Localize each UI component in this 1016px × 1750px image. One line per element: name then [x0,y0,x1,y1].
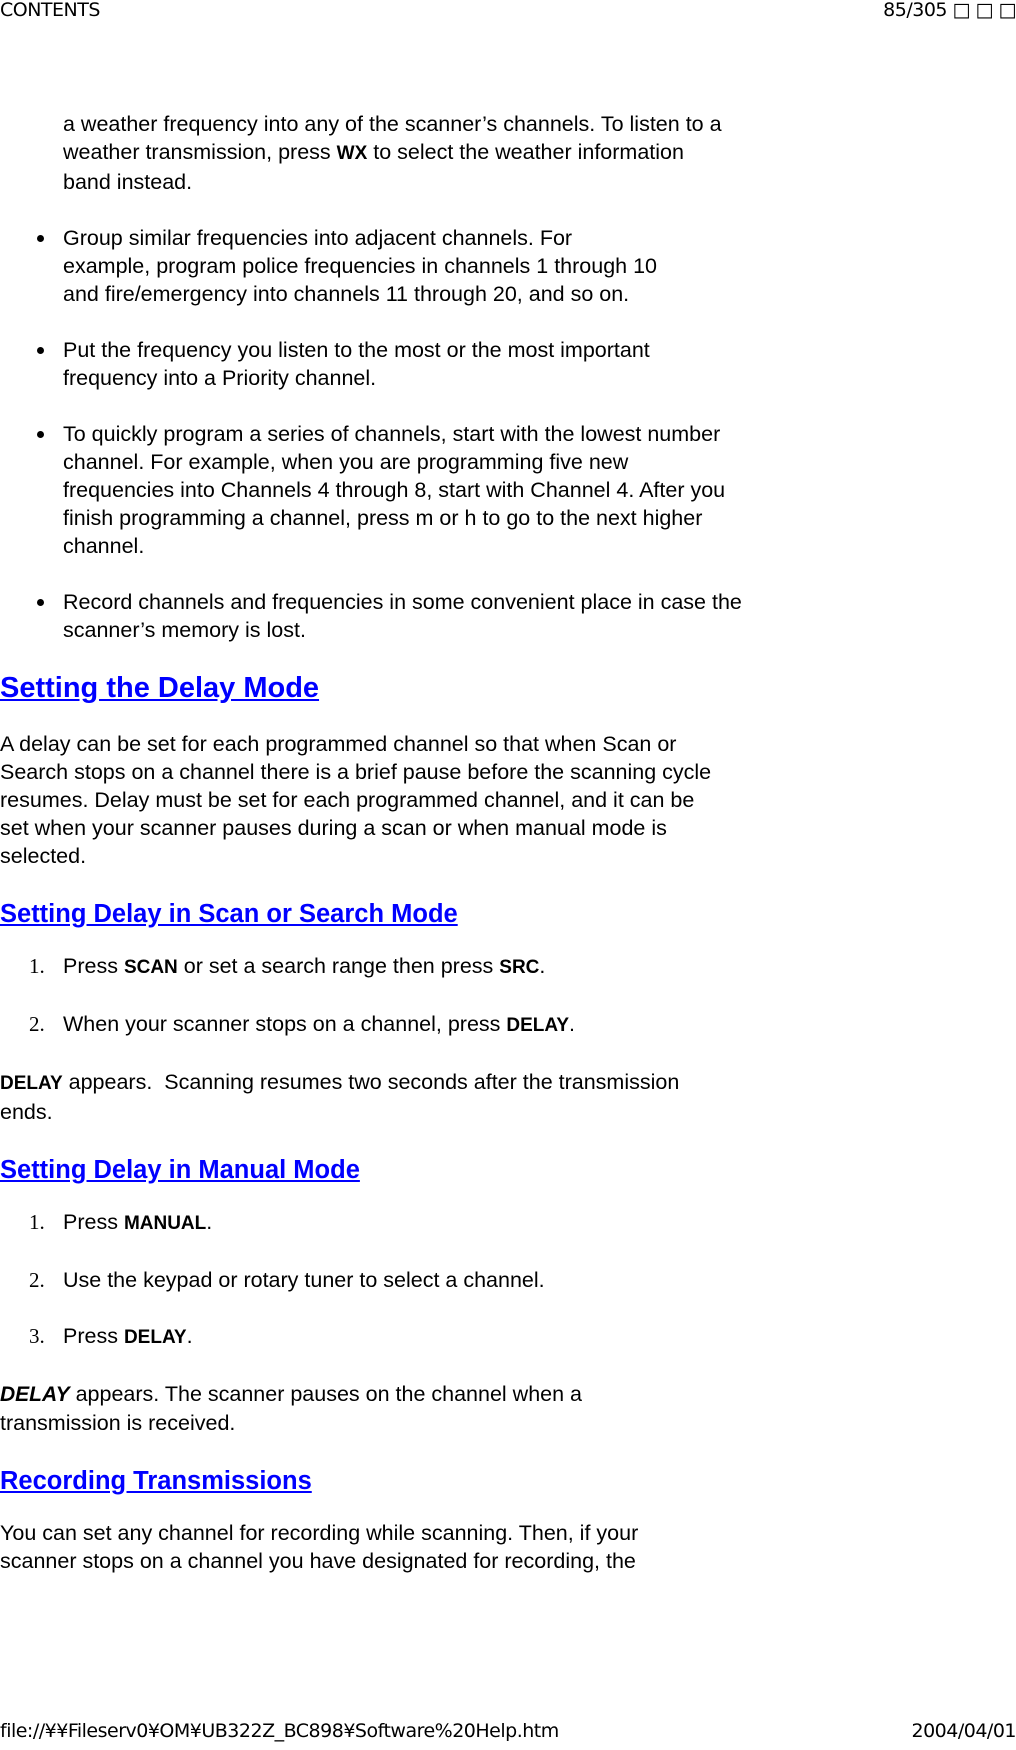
heading-setting-delay-mode: Setting the Delay Mode [0,670,760,706]
document-body: a weather frequency into any of the scan… [0,110,760,1575]
bullet-icon [37,599,44,606]
list-item: 3. Press DELAY. [29,1324,193,1348]
recording-paragraph: You can set any channel for recording wh… [0,1521,639,1573]
list-item: 1. Press MANUAL. [29,1210,213,1234]
heading-scan-search-mode: Setting Delay in Scan or Search Mode [0,898,760,930]
list-item: 1. Press SCAN or set a search range then … [29,954,546,978]
key-wx: WX [336,143,368,164]
header-contents: CONTENTS [0,0,100,21]
list-item: 2. When your scanner stops on a channel, … [29,1012,576,1036]
list-item: Group similar frequencies into adjacent … [0,224,663,308]
list-item: Record channels and frequencies in some … [0,588,763,644]
key-scan: SCAN [123,957,178,978]
key-delay: DELAY [123,1327,187,1348]
list-item: Put the frequency you listen to the most… [0,336,748,392]
heading-link-delay-mode[interactable]: Setting the Delay Mode [0,672,319,704]
key-delay-italic: DELAY [0,1383,70,1406]
key-delay: DELAY [0,1073,63,1094]
bullet-icon [37,431,44,438]
heading-link-manual-mode[interactable]: Setting Delay in Manual Mode [0,1156,360,1184]
manual-result-paragraph: DELAY appears. The scanner pauses on the… [0,1382,583,1435]
delay-paragraph: A delay can be set for each programmed c… [0,732,712,868]
bullet-icon [37,235,44,242]
key-delay: DELAY [506,1015,570,1036]
heading-recording-transmissions: Recording Transmissions [0,1465,760,1497]
footer-date: 2004/04/01 [911,1720,1016,1742]
header-page-indicator: 85/305 □ □ □ [883,0,1016,21]
footer-file-path: file://¥¥Fileserv0¥OM¥UB322Z_BC898¥Softw… [0,1720,559,1742]
heading-link-scan-search[interactable]: Setting Delay in Scan or Search Mode [0,900,458,928]
key-manual: MANUAL [123,1213,207,1234]
intro-paragraph: a weather frequency into any of the scan… [63,112,722,194]
heading-link-recording[interactable]: Recording Transmissions [0,1467,312,1495]
key-src: SRC [499,957,540,978]
manual-steps: 1. Press MANUAL. 2. Use the keypad or rota… [0,1208,760,1352]
heading-manual-mode: Setting Delay in Manual Mode [0,1154,760,1186]
list-item: 2. Use the keypad or rotary tuner to sele… [29,1268,545,1292]
tips-list: Group similar frequencies into adjacent … [0,224,742,644]
scan-result-paragraph: DELAY appears. Scanning resumes two seco… [0,1070,680,1124]
scan-steps: 1. Press SCAN or set a search range then … [0,952,760,1040]
list-item: To quickly program a series of channels,… [0,420,743,560]
bullet-icon [37,347,44,354]
